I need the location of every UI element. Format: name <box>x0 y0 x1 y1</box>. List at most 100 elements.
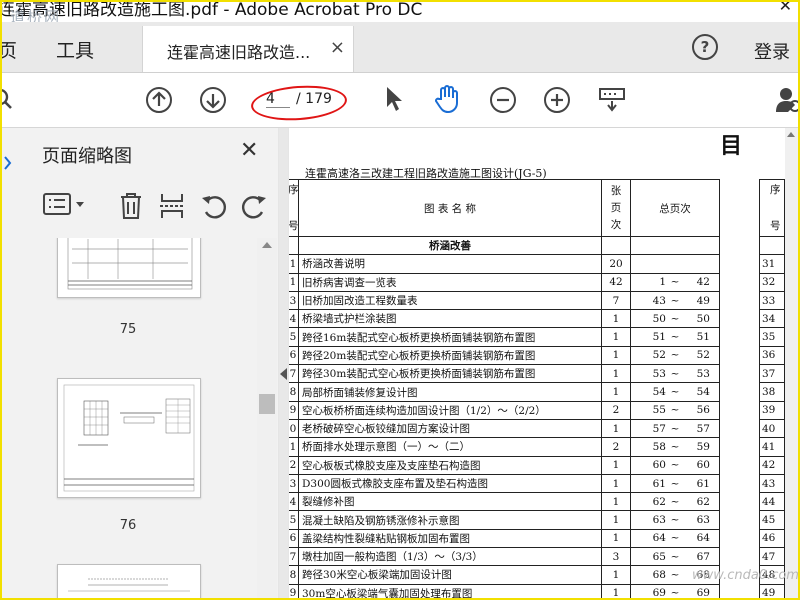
row-number: 6 <box>289 345 299 366</box>
rotate-right-icon[interactable] <box>240 192 268 220</box>
right-row-number: 32 <box>759 272 785 292</box>
extract-page-icon[interactable] <box>158 192 186 220</box>
tab-document[interactable]: 连霍高速旧路改造... × <box>142 26 354 72</box>
page-display-icon[interactable] <box>598 87 626 113</box>
table-header: 序 号 图 表 名 称 张 页 次 总页次 <box>289 179 720 237</box>
range-from: 69 <box>652 587 666 598</box>
thumbnail-scrollbar[interactable] <box>257 238 277 598</box>
range-tilde: ~ <box>670 331 680 344</box>
right-table-header: 序 号 <box>759 179 785 237</box>
zoom-in-icon[interactable] <box>543 86 571 114</box>
row-range: 69 ~69 <box>630 583 720 598</box>
row-name: D300圆板式橡胶支座布置及垫石构造图 <box>298 473 602 494</box>
range-to: 49 <box>696 294 710 307</box>
right-row-number: 35 <box>759 327 785 347</box>
row-name: 桥面排水处理示意图（一）～（二） <box>298 437 602 457</box>
help-button[interactable]: ? <box>692 34 718 60</box>
section-range <box>630 235 720 256</box>
range-tilde: ~ <box>670 349 680 362</box>
right-table-row: 32 <box>759 272 785 292</box>
search-icon[interactable] <box>0 89 16 111</box>
collapse-panel-icon[interactable] <box>280 368 287 380</box>
row-count: 1 <box>601 382 631 402</box>
hand-tool-icon[interactable] <box>433 84 463 114</box>
range-to: 62 <box>696 495 710 508</box>
tab-close-button[interactable]: × <box>330 37 345 58</box>
panel-splitter[interactable] <box>279 128 288 598</box>
row-range: 50 ~50 <box>630 309 720 329</box>
user-share-icon[interactable] <box>776 86 800 114</box>
row-range: 62 ~62 <box>630 492 720 512</box>
panel-close-button[interactable]: ✕ <box>240 138 258 163</box>
right-row-number: 40 <box>759 418 785 439</box>
zoom-out-icon[interactable] <box>489 86 517 114</box>
row-name: 盖梁结构性裂缝粘贴钢板加固布置图 <box>298 528 602 549</box>
thumbnail-page-76[interactable] <box>57 378 201 498</box>
page-76-preview <box>63 384 195 492</box>
range-to: 61 <box>696 477 710 490</box>
row-count: 1 <box>601 455 631 475</box>
row-number: 4 <box>289 309 299 329</box>
right-table-row: 40 <box>759 418 785 439</box>
table-row: 3 D300圆板式橡胶支座布置及垫石构造图 1 61 ~61 <box>289 473 720 494</box>
header-count: 张 页 次 <box>601 179 631 237</box>
thumbnail-page-77[interactable] <box>57 564 201 598</box>
scrollbar-thumb[interactable] <box>259 394 275 414</box>
row-number: 7 <box>289 547 299 567</box>
row-number: 3 <box>289 290 299 311</box>
row-count: 2 <box>601 437 631 457</box>
rotate-left-icon[interactable] <box>200 192 228 220</box>
row-count: 20 <box>601 254 631 274</box>
row-number: 4 <box>289 492 299 512</box>
row-count: 1 <box>601 327 631 347</box>
table-row: 6 盖梁结构性裂缝粘贴钢板加固布置图 1 64 ~64 <box>289 528 720 549</box>
row-count: 1 <box>601 583 631 598</box>
row-name: 旧桥病害调查一览表 <box>298 272 602 292</box>
previous-page-icon[interactable] <box>145 86 173 114</box>
range-tilde: ~ <box>670 367 680 380</box>
range-to: 56 <box>696 404 710 417</box>
document-scrollbar[interactable] <box>785 128 798 598</box>
scroll-up-icon[interactable] <box>262 242 272 248</box>
right-table-row: 44 <box>759 492 785 512</box>
range-from: 68 <box>652 568 666 581</box>
table-row: 9 30m空心板梁端气囊加固处理布置图 1 69 ~69 <box>289 583 720 598</box>
row-count: 1 <box>601 510 631 530</box>
right-table-row: 45 <box>759 510 785 530</box>
right-row-number: 34 <box>759 309 785 329</box>
range-to: 53 <box>696 367 710 380</box>
thumbnail-page-75[interactable] <box>57 238 201 298</box>
window-close-button[interactable]: ✕ <box>779 2 792 15</box>
row-number: 1 <box>289 254 299 274</box>
row-name: 跨径30m装配式空心板桥更换桥面铺装钢筋布置图 <box>298 364 602 384</box>
select-arrow-icon[interactable] <box>384 85 404 113</box>
row-name: 空心板桥桥面连续构造加固设计图（1/2）～（2/2） <box>298 400 602 420</box>
row-number: 9 <box>289 400 299 420</box>
right-row-number: 36 <box>759 345 785 366</box>
row-name: 桥梁墙式护栏涂装图 <box>298 309 602 329</box>
table-row: 1 桥面排水处理示意图（一）～（二） 2 58 ~59 <box>289 437 720 457</box>
doc-scroll-up-icon[interactable] <box>787 132 795 137</box>
header-range: 总页次 <box>630 179 720 237</box>
header-number: 序 号 <box>289 179 299 237</box>
tab-home[interactable]: 页 <box>2 36 17 63</box>
header-number-bottom: 号 <box>289 220 299 232</box>
range-tilde: ~ <box>670 550 680 563</box>
right-row-number: 39 <box>759 400 785 420</box>
range-to: 54 <box>696 386 710 399</box>
login-button[interactable]: 登录 <box>754 38 790 64</box>
row-count: 1 <box>601 492 631 512</box>
tab-tools[interactable]: 工具 <box>56 36 94 63</box>
next-page-icon[interactable] <box>199 86 227 114</box>
range-tilde: ~ <box>670 294 680 307</box>
delete-page-icon[interactable] <box>118 192 144 220</box>
range-from: 51 <box>652 331 666 344</box>
nav-arrow-icon[interactable] <box>4 156 12 170</box>
section-count <box>601 235 631 256</box>
right-table-row: 43 <box>759 473 785 494</box>
header-name: 图 表 名 称 <box>298 179 602 237</box>
range-tilde: ~ <box>670 312 680 325</box>
document-view: 目 连霍高速洛三改建工程旧路改造施工图设计(JG-5) 序 号 图 表 名 称 … <box>289 128 798 598</box>
range-from: 55 <box>652 404 666 417</box>
thumbnail-options-icon[interactable] <box>42 192 90 218</box>
